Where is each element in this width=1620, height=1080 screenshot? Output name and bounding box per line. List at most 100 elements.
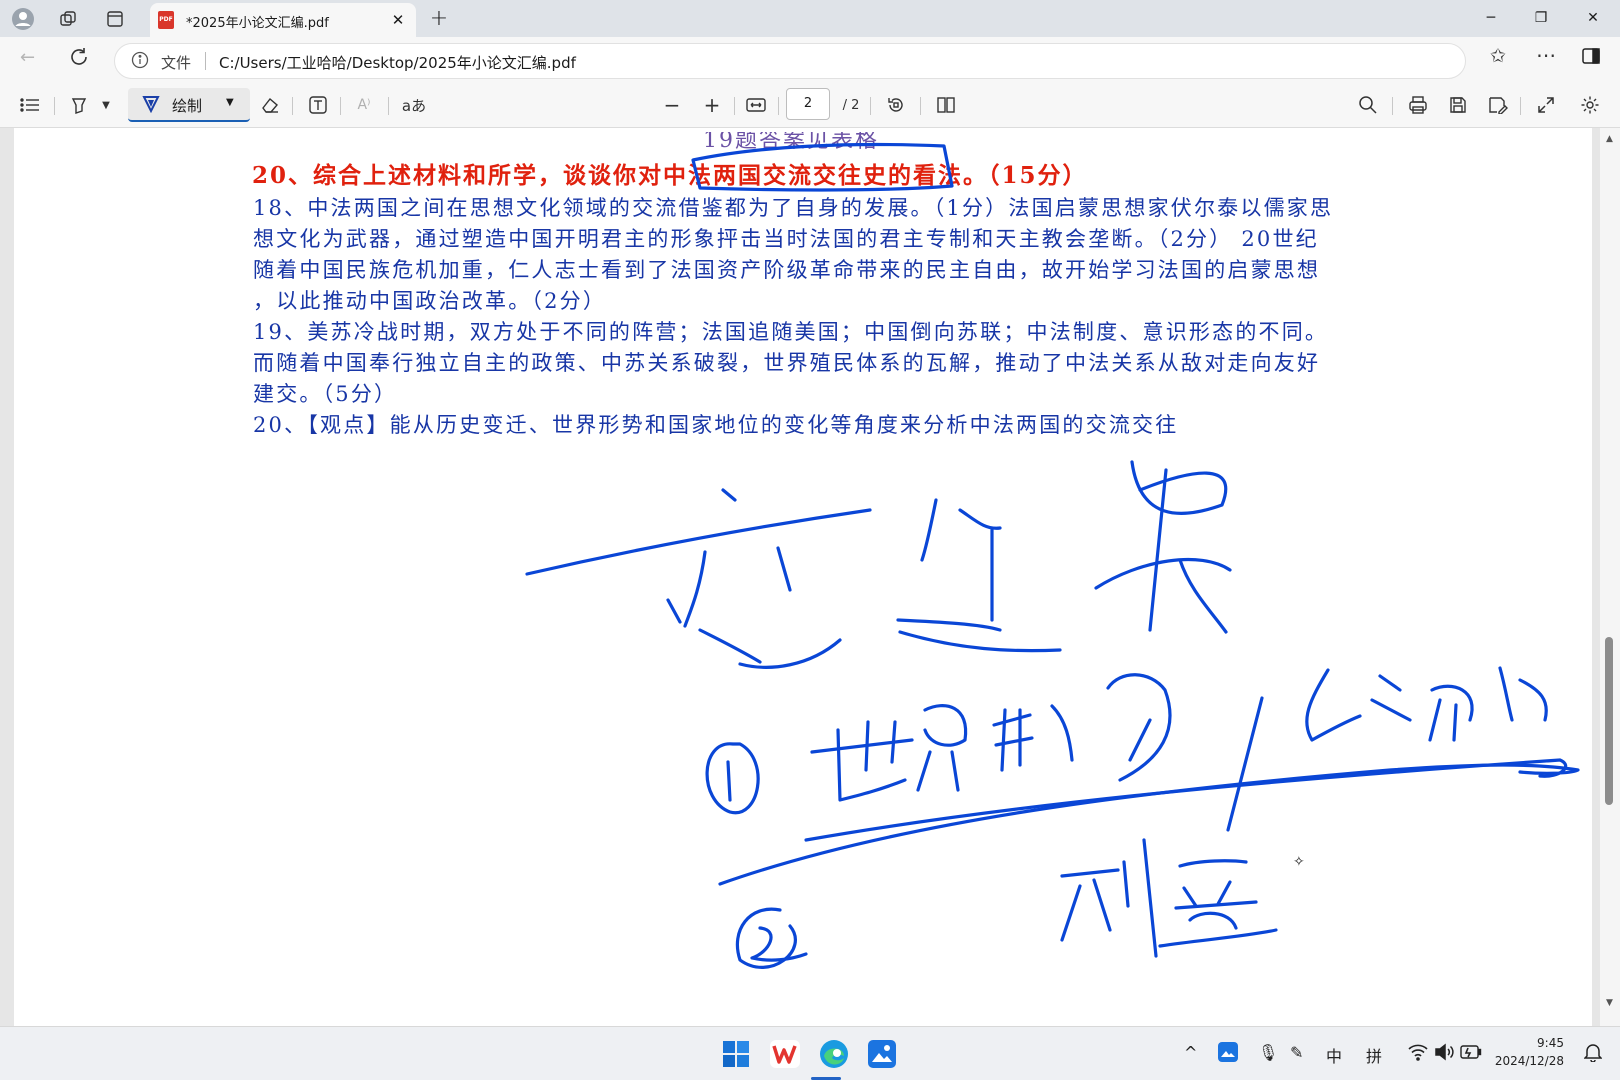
ink-stroke — [776, 546, 792, 592]
show-hidden-icons-chevron[interactable]: ^ — [1184, 1043, 1197, 1062]
pen-menu-icon[interactable]: ✎ — [1290, 1043, 1303, 1062]
toolbar-divider — [778, 97, 779, 115]
vertical-scrollbar[interactable]: ▲ ▼ — [1600, 128, 1620, 1026]
tab-actions-icon[interactable] — [102, 6, 128, 32]
ink-stroke — [698, 628, 762, 664]
sidebar-toggle-icon[interactable] — [1582, 48, 1600, 64]
ink-stroke — [1226, 696, 1264, 832]
zoom-in-icon[interactable]: + — [698, 91, 726, 119]
ink-stroke — [1060, 884, 1082, 942]
page-number-input[interactable]: 2 — [786, 88, 830, 120]
ink-box-stroke — [691, 142, 954, 192]
notification-bell-icon[interactable] — [1584, 1042, 1602, 1062]
close-window-icon[interactable]: ✕ — [1570, 0, 1616, 37]
ink-stroke — [721, 488, 737, 502]
ink-stroke — [726, 760, 732, 802]
favorites-icon[interactable]: ✩ — [1490, 45, 1506, 67]
more-options-icon[interactable]: ⋯ — [1536, 43, 1556, 67]
toolbar-divider — [1520, 97, 1521, 115]
ink-stroke — [1178, 558, 1228, 634]
zoom-out-icon[interactable]: − — [658, 91, 686, 119]
add-text-icon[interactable] — [304, 91, 332, 119]
address-bar[interactable]: 文件 C:/Users/工业哈哈/Desktop/2025年小论文汇编.pdf — [114, 43, 1466, 79]
ink-stroke — [1305, 668, 1362, 742]
ink-stroke — [1060, 868, 1120, 878]
ink-stroke — [1148, 468, 1168, 632]
tab-active[interactable]: PDF *2025年小论文汇编.pdf ✕ — [150, 3, 416, 37]
ink-stroke — [1498, 666, 1548, 722]
windows-taskbar: ^ 🎙 ✎ 中 拼 9:45 2024/12/28 — [0, 1026, 1620, 1080]
clock-date: 2024/12/28 — [1494, 1054, 1564, 1068]
scroll-up-icon[interactable]: ▲ — [1606, 134, 1613, 144]
ink-stroke — [920, 498, 938, 562]
ink-stroke — [1106, 673, 1172, 782]
profile-icon[interactable] — [10, 6, 36, 32]
ink-stroke — [1428, 684, 1474, 742]
toolbar-divider — [54, 97, 55, 115]
ink-stroke — [1092, 878, 1112, 932]
browser-tab-bar: PDF *2025年小论文汇编.pdf ✕ + ─ ❐ ✕ — [0, 0, 1620, 37]
ink-stroke — [683, 550, 707, 628]
ink-stroke — [1174, 880, 1258, 910]
close-tab-icon[interactable]: ✕ — [388, 10, 408, 30]
back-icon[interactable]: ← — [20, 47, 35, 68]
battery-icon[interactable] — [1460, 1045, 1482, 1059]
ink-stroke — [916, 750, 960, 792]
tray-app-icon[interactable] — [1218, 1042, 1238, 1062]
ink-stroke — [958, 508, 1002, 530]
address-url[interactable]: C:/Users/工业哈哈/Desktop/2025年小论文汇编.pdf — [219, 52, 576, 73]
refresh-icon[interactable] — [68, 46, 90, 68]
page-view-icon[interactable] — [932, 91, 960, 119]
system-clock[interactable]: 9:45 2024/12/28 — [1495, 1034, 1564, 1070]
table-of-contents-icon[interactable] — [16, 91, 44, 119]
ime-language[interactable]: 中 — [1326, 1043, 1342, 1067]
eraser-icon[interactable] — [256, 91, 284, 119]
draw-pen-icon — [142, 95, 160, 113]
ink-circle-one — [705, 742, 760, 815]
scroll-down-icon[interactable]: ▼ — [1606, 998, 1613, 1008]
settings-gear-icon[interactable] — [1576, 91, 1604, 119]
ink-stroke — [1122, 860, 1130, 908]
draw-button[interactable]: 绘制 ▼ — [128, 88, 250, 122]
restore-icon[interactable]: ❐ — [1518, 0, 1564, 37]
start-menu-icon[interactable] — [722, 1040, 750, 1068]
address-protocol-label: 文件 — [161, 54, 192, 72]
photos-app-icon[interactable] — [868, 1040, 896, 1068]
save-as-icon[interactable] — [1484, 91, 1512, 119]
save-icon[interactable] — [1444, 91, 1472, 119]
ink-stroke — [898, 630, 1062, 653]
ink-annotation-layer[interactable]: ✧ — [0, 128, 1600, 1026]
text-size-button[interactable]: aあ — [398, 91, 430, 119]
tab-title: *2025年小论文汇编.pdf — [186, 16, 329, 31]
clock-time: 9:45 — [1537, 1036, 1564, 1050]
volume-icon[interactable] — [1434, 1043, 1454, 1061]
wifi-icon[interactable] — [1408, 1043, 1428, 1061]
ink-stroke — [666, 598, 682, 624]
toolbar-divider — [734, 97, 735, 115]
rotate-icon[interactable] — [882, 91, 910, 119]
scrollbar-thumb[interactable] — [1605, 637, 1613, 805]
fullscreen-icon[interactable] — [1532, 91, 1560, 119]
new-tab-button[interactable]: + — [426, 6, 452, 32]
ink-underline — [804, 758, 1568, 842]
ink-stroke — [1158, 928, 1278, 948]
microphone-icon[interactable]: 🎙 — [1258, 1043, 1278, 1062]
minimize-icon[interactable]: ─ — [1468, 0, 1514, 37]
ink-stroke — [923, 704, 968, 747]
ime-mode[interactable]: 拼 — [1366, 1043, 1382, 1067]
edge-browser-icon[interactable] — [818, 1038, 850, 1070]
highlight-dropdown-icon[interactable]: ▼ — [96, 91, 116, 119]
highlight-icon[interactable] — [64, 91, 94, 119]
draw-dropdown-icon[interactable]: ▼ — [226, 97, 234, 108]
ink-stroke — [1094, 557, 1232, 590]
wps-office-icon[interactable] — [770, 1040, 800, 1068]
ink-stroke — [738, 638, 842, 669]
workspaces-icon[interactable] — [56, 6, 82, 32]
search-icon[interactable] — [1354, 91, 1382, 119]
page-total: / 2 — [842, 97, 860, 113]
ink-stroke — [1142, 838, 1158, 958]
info-icon[interactable] — [131, 51, 149, 69]
ink-stroke — [1050, 704, 1074, 762]
print-icon[interactable] — [1404, 91, 1432, 119]
fit-width-icon[interactable] — [742, 91, 770, 119]
